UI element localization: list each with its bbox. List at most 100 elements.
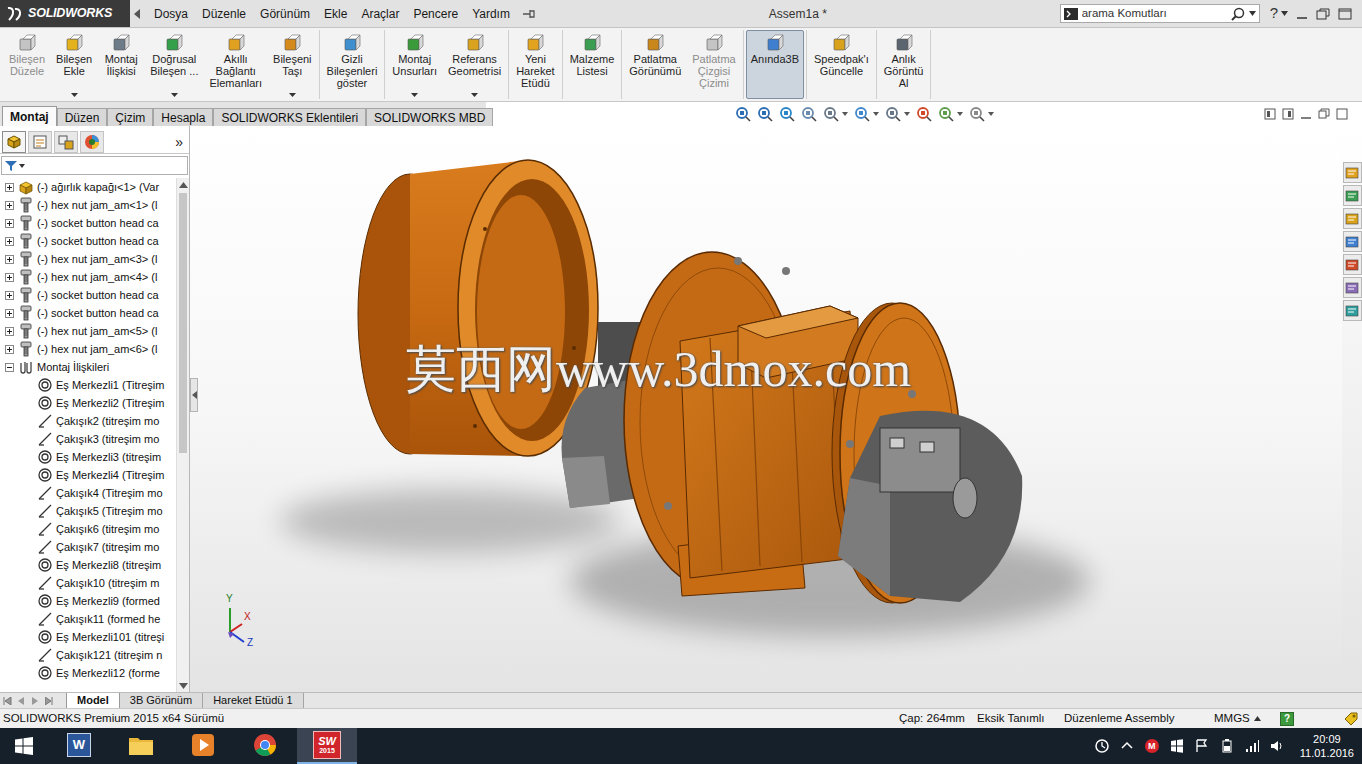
- dropdown-arrow-icon[interactable]: [471, 93, 478, 97]
- view-tab[interactable]: 3B Görünüm: [120, 693, 203, 708]
- ribbon-button[interactable]: Bileşen Düzele: [4, 30, 50, 99]
- tree-item[interactable]: (-) hex nut jam_am<1> (l: [0, 196, 176, 214]
- collapse-menu-icon[interactable]: [134, 9, 140, 19]
- tree-label[interactable]: (-) socket button head ca: [37, 287, 159, 304]
- ribbon-button[interactable]: Patlatma Görünümü: [624, 30, 686, 99]
- axis-triad[interactable]: YXZ: [220, 594, 272, 654]
- collapse-panel-icon[interactable]: [190, 378, 198, 412]
- view-tool-dropdown-icon[interactable]: [988, 112, 994, 116]
- chevron-icon[interactable]: [1119, 738, 1135, 754]
- expander[interactable]: [4, 200, 15, 211]
- view-tool-icon[interactable]: [885, 106, 901, 122]
- magnifier-icon[interactable]: [1231, 7, 1245, 21]
- expander[interactable]: [4, 668, 15, 679]
- view-tool-icon[interactable]: [969, 106, 985, 122]
- view-tool-icon[interactable]: [854, 106, 870, 122]
- filter-icon[interactable]: [5, 160, 17, 172]
- battery-icon[interactable]: [1219, 738, 1235, 754]
- tree-label[interactable]: (-) hex nut jam_am<1> (l: [37, 197, 157, 214]
- tree-item[interactable]: Eş Merkezli12 (forme: [0, 664, 176, 682]
- search-input[interactable]: [1082, 5, 1227, 22]
- help-button[interactable]: ?: [1270, 2, 1278, 25]
- menu-item[interactable]: Düzenle: [196, 5, 252, 23]
- expander[interactable]: [4, 398, 15, 409]
- task-pane-icon[interactable]: [1343, 277, 1362, 298]
- tree-label[interactable]: Çakışık11 (formed he: [56, 611, 160, 628]
- view-tool-icon[interactable]: [938, 106, 954, 122]
- ribbon-button[interactable]: Doğrusal Bileşen ...: [145, 30, 203, 99]
- expander[interactable]: [4, 344, 15, 355]
- help-menu[interactable]: ?: [1270, 2, 1288, 25]
- viewport-window-icon[interactable]: [1264, 108, 1276, 120]
- tree-item[interactable]: (-) ağırlık kapağı<1> (Var: [0, 178, 176, 196]
- tree-item[interactable]: Çakışık10 (titreşim m: [0, 574, 176, 592]
- expander[interactable]: [4, 650, 15, 661]
- tree-item[interactable]: Çakışık4 (Titreşim mo: [0, 484, 176, 502]
- expander[interactable]: [4, 488, 15, 499]
- task-pane-icon[interactable]: [1343, 231, 1362, 252]
- expander[interactable]: [4, 326, 15, 337]
- tree-item[interactable]: Eş Merkezli4 (Titreşim: [0, 466, 176, 484]
- units-selector[interactable]: MMGS: [1214, 710, 1280, 727]
- expander[interactable]: [4, 308, 15, 319]
- taskbar-app[interactable]: [111, 728, 171, 764]
- expander[interactable]: [4, 182, 15, 193]
- view-tool-icon[interactable]: [916, 106, 932, 122]
- ribbon-button[interactable]: Montaj Unsurları: [387, 30, 442, 99]
- tree-label[interactable]: Çakışık6 (titreşim mo: [56, 521, 159, 538]
- tree-item[interactable]: Çakışık6 (titreşim mo: [0, 520, 176, 538]
- filter-box[interactable]: [1, 156, 188, 175]
- ribbon-button[interactable]: Referans Geometrisi: [443, 30, 506, 99]
- menu-item[interactable]: Görünüm: [254, 5, 316, 23]
- search-box[interactable]: [1060, 4, 1260, 23]
- view-tool-dropdown-icon[interactable]: [873, 112, 879, 116]
- ribbon-button[interactable]: Bileşen Ekle: [51, 30, 97, 99]
- menu-item[interactable]: Ekle: [318, 5, 353, 23]
- expander[interactable]: [4, 542, 15, 553]
- expander[interactable]: [4, 632, 15, 643]
- panel-tab-icon[interactable]: [2, 131, 26, 153]
- expander[interactable]: [4, 272, 15, 283]
- tree-label[interactable]: Çakışık121 (titreşim n: [56, 647, 162, 664]
- ribbon-button[interactable]: Montaj İlişkisi: [98, 30, 144, 99]
- tree-label[interactable]: Çakışık4 (Titreşim mo: [56, 485, 163, 502]
- view-tool-dropdown-icon[interactable]: [842, 112, 848, 116]
- task-pane-icon[interactable]: [1343, 300, 1362, 321]
- status-help-button[interactable]: ?: [1280, 712, 1294, 726]
- tree-item[interactable]: (-) socket button head ca: [0, 304, 176, 322]
- tab-nav-icon[interactable]: [28, 693, 42, 708]
- view-tool-dropdown-icon[interactable]: [904, 112, 910, 116]
- panel-tab-icon[interactable]: [54, 131, 78, 153]
- dropdown-arrow-icon[interactable]: [171, 93, 178, 97]
- view-tool-icon[interactable]: [757, 106, 773, 122]
- expander[interactable]: [4, 470, 15, 481]
- ribbon-button[interactable]: Speedpak'ı Güncelle: [809, 30, 874, 99]
- search-dropdown-icon[interactable]: [1249, 11, 1256, 16]
- task-pane-icon[interactable]: [1343, 185, 1362, 206]
- expander[interactable]: [4, 434, 15, 445]
- expander[interactable]: [4, 578, 15, 589]
- view-tab[interactable]: Model: [66, 693, 120, 708]
- units-label[interactable]: MMGS: [1214, 710, 1250, 727]
- menu-item[interactable]: Dosya: [148, 5, 194, 23]
- expander[interactable]: [4, 218, 15, 229]
- view-tool-icon[interactable]: [823, 106, 839, 122]
- menu-item[interactable]: Araçlar: [355, 5, 405, 23]
- command-tab[interactable]: Düzen: [57, 108, 108, 126]
- expander[interactable]: [4, 614, 15, 625]
- ribbon-button[interactable]: Gizli Bileşenleri göster: [322, 30, 383, 99]
- tree-label[interactable]: Montaj İlişkileri: [37, 359, 109, 376]
- expander[interactable]: [4, 236, 15, 247]
- expander[interactable]: [4, 560, 15, 571]
- tree-label[interactable]: Çakışık3 (titreşim mo: [56, 431, 159, 448]
- restore-icon[interactable]: [1316, 8, 1330, 20]
- command-tab[interactable]: Çizim: [107, 108, 153, 126]
- tree-item[interactable]: (-) hex nut jam_am<5> (l: [0, 322, 176, 340]
- menu-item[interactable]: Pencere: [407, 5, 464, 23]
- view-tool-icon[interactable]: [801, 106, 817, 122]
- tree-label[interactable]: Çakışık7 (titreşim mo: [56, 539, 159, 556]
- tab-nav-icon[interactable]: [14, 693, 28, 708]
- task-pane-icon[interactable]: [1343, 162, 1362, 183]
- expander[interactable]: [4, 362, 15, 373]
- panel-tab-icon[interactable]: [80, 131, 104, 153]
